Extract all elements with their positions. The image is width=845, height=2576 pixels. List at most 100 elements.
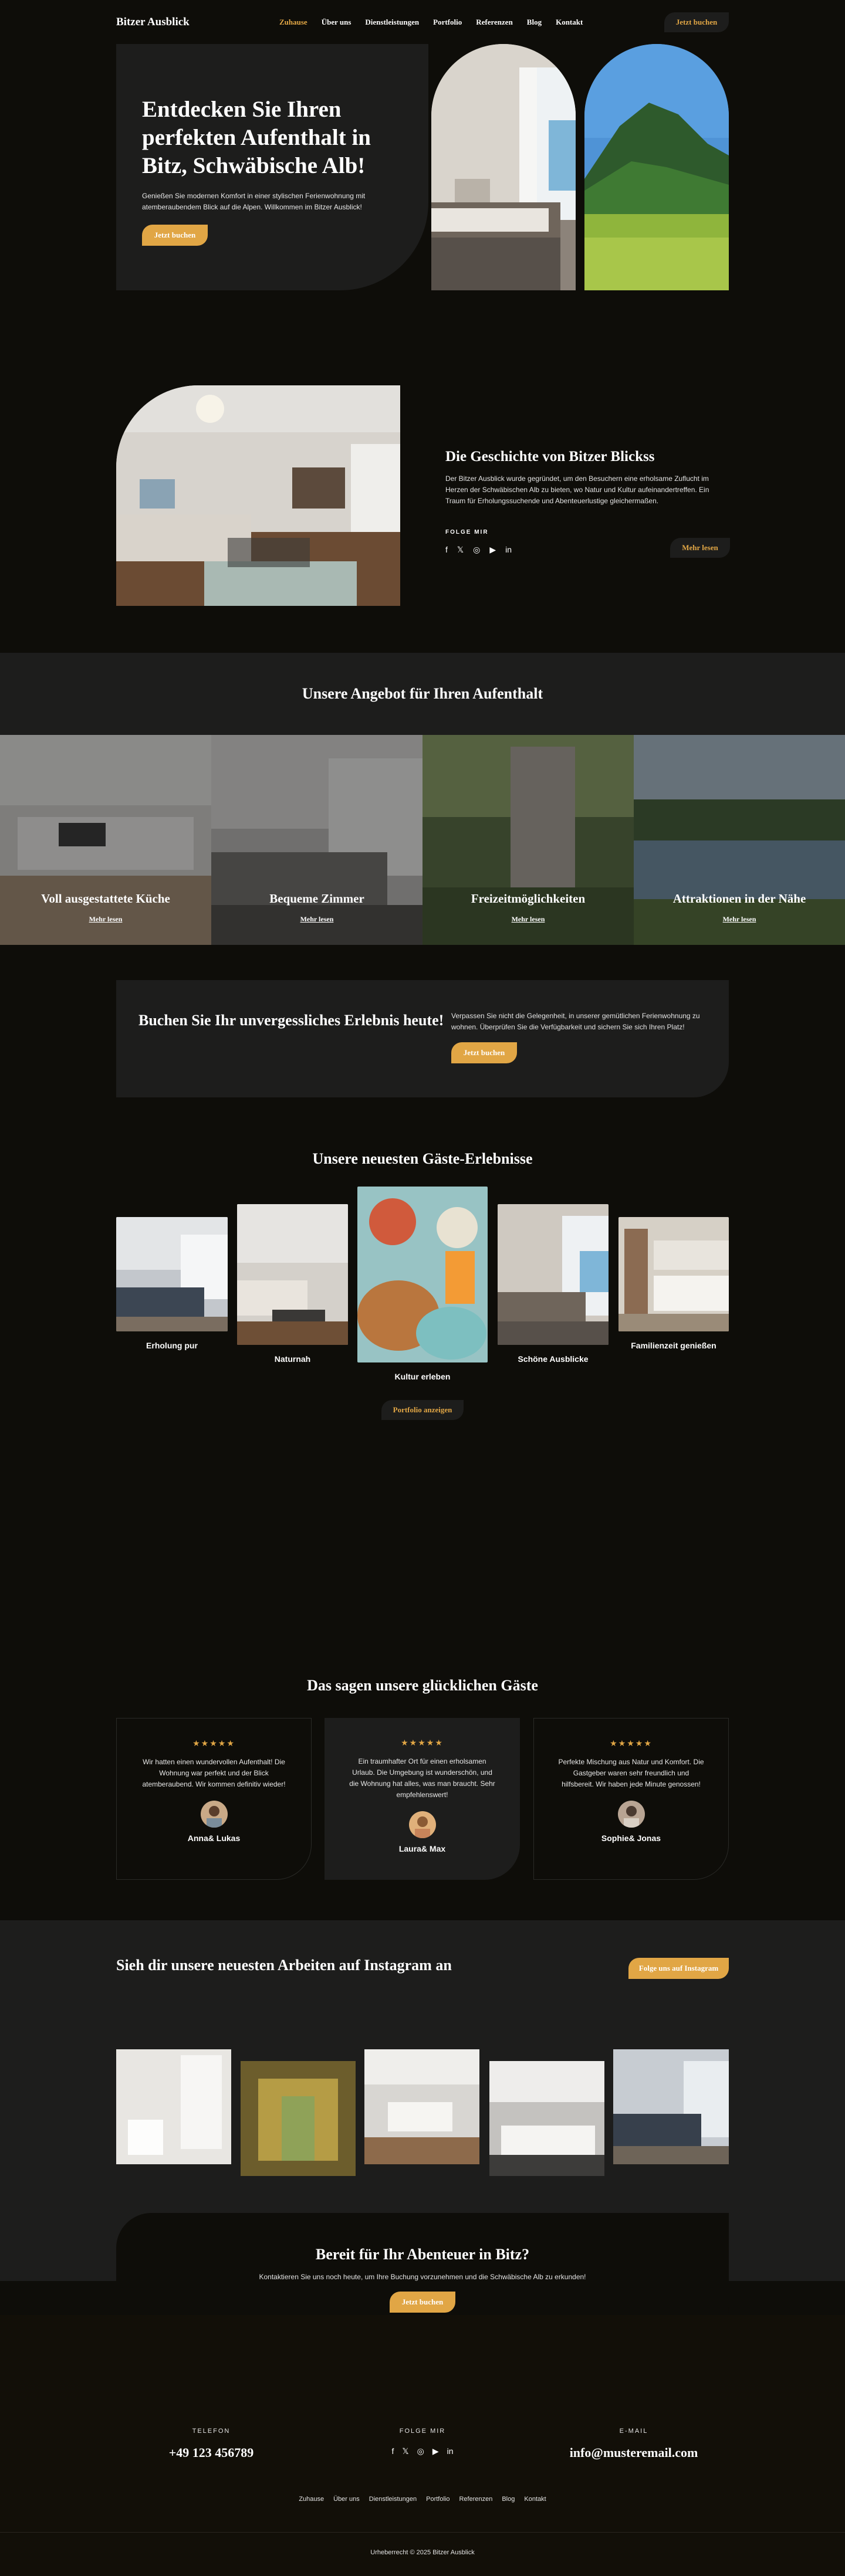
testimonial-text: Perfekte Mischung aus Natur und Komfort.… <box>558 1758 704 1788</box>
experience-caption: Naturnah <box>274 1354 311 1364</box>
testimonials-row: ★★★★★ Wir hatten einen wundervollen Aufe… <box>116 1718 729 1906</box>
nav-item-zuhause[interactable]: Zuhause <box>279 18 307 27</box>
rating-stars: ★★★★★ <box>192 1738 235 1748</box>
phone-value[interactable]: +49 123 456789 <box>111 2445 311 2460</box>
story-title: Die Geschichte von Bitzer Blickss <box>445 449 655 465</box>
booking-button[interactable]: Jetzt buchen <box>451 1042 517 1063</box>
linkedin-icon[interactable]: in <box>447 2446 454 2456</box>
offer-tile-link[interactable]: Mehr lesen <box>634 915 845 924</box>
x-icon[interactable]: 𝕏 <box>457 545 464 555</box>
youtube-icon[interactable]: ▶ <box>489 545 496 555</box>
footer-link-portfolio[interactable]: Portfolio <box>426 2496 449 2503</box>
rating-stars: ★★★★★ <box>401 1738 444 1747</box>
header-book-button[interactable]: Jetzt buchen <box>664 12 729 32</box>
footer-link-dienstleistungen[interactable]: Dienstleistungen <box>369 2496 417 2503</box>
booking-content: Verpassen Sie nicht die Gelegenheit, in … <box>451 1011 707 1067</box>
experiences-button-wrap: Portfolio anzeigen <box>0 1400 845 1420</box>
offer-tile-title: Attraktionen in der Nähe <box>672 892 806 906</box>
footer-social-icons: f 𝕏 ◎ ▶ in <box>323 2446 522 2456</box>
hero-text: Genießen Sie modernen Komfort in einer s… <box>142 192 366 211</box>
footer-email: E-MAIL info@musteremail.com <box>534 2428 734 2460</box>
experience-item[interactable]: Familienzeit genießen <box>618 1217 729 1350</box>
hero-panel: Entdecken Sie Ihren perfekten Aufenthalt… <box>116 44 428 290</box>
copyright: Urheberrecht © 2025 Bitzer Ausblick <box>0 2532 845 2556</box>
final-cta-wrap: Bereit für Ihr Abenteuer in Bitz? Kontak… <box>0 2213 845 2342</box>
hero-bedroom-image <box>431 44 576 290</box>
footer-nav: Zuhause Über uns Dienstleistungen Portfo… <box>0 2496 845 2503</box>
portfolio-button[interactable]: Portfolio anzeigen <box>381 1400 464 1420</box>
experience-caption: Familienzeit genießen <box>631 1341 716 1350</box>
footer-link-ueber-uns[interactable]: Über uns <box>333 2496 360 2503</box>
instagram-photo[interactable] <box>489 2061 604 2176</box>
site-header: Bitzer Ausblick Zuhause Über uns Dienstl… <box>0 0 845 44</box>
youtube-icon[interactable]: ▶ <box>432 2446 439 2456</box>
nav-item-blog[interactable]: Blog <box>527 18 542 27</box>
offer-tile-title: Bequeme Zimmer <box>269 892 364 906</box>
instagram-photo[interactable] <box>613 2049 729 2164</box>
experience-item[interactable]: Schöne Ausblicke <box>498 1204 609 1364</box>
testimonials-title: Das sagen unsere glücklichen Gäste <box>307 1677 538 1694</box>
avatar <box>408 1811 436 1838</box>
email-value[interactable]: info@musteremail.com <box>534 2445 734 2460</box>
footer-link-zuhause[interactable]: Zuhause <box>299 2496 324 2503</box>
footer-phone: TELEFON +49 123 456789 <box>111 2428 311 2460</box>
instagram-follow-button[interactable]: Folge uns auf Instagram <box>628 1958 729 1979</box>
offer-tile-attractions[interactable]: Attraktionen in der Nähe Mehr lesen <box>634 735 845 945</box>
footer-link-blog[interactable]: Blog <box>502 2496 515 2503</box>
tile-overlay <box>422 735 634 945</box>
testimonial-text: Ein traumhafter Ort für einen erholsamen… <box>349 1757 495 1799</box>
offer-tile-link[interactable]: Mehr lesen <box>0 915 211 924</box>
facebook-icon[interactable]: f <box>445 545 448 555</box>
offer-tile-title: Freizeitmöglichkeiten <box>471 892 586 906</box>
nav-item-ueber-uns[interactable]: Über uns <box>322 18 351 27</box>
hero-book-button[interactable]: Jetzt buchen <box>142 225 208 246</box>
linkedin-icon[interactable]: in <box>505 545 512 555</box>
phone-label: TELEFON <box>192 2428 231 2435</box>
testimonial-name: Laura& Max <box>398 1844 446 1853</box>
nav-item-referenzen[interactable]: Referenzen <box>476 18 513 27</box>
instagram-photo[interactable] <box>116 2049 231 2164</box>
facebook-icon[interactable]: f <box>391 2446 394 2456</box>
instagram-photo[interactable] <box>364 2049 479 2164</box>
nav-item-dienstleistungen[interactable]: Dienstleistungen <box>365 18 419 27</box>
instagram-icon[interactable]: ◎ <box>417 2446 424 2456</box>
offer-tile-link[interactable]: Mehr lesen <box>422 915 634 924</box>
testimonial-name: Sophie& Jonas <box>601 1833 661 1843</box>
offer-tile-leisure[interactable]: Freizeitmöglichkeiten Mehr lesen <box>422 735 634 945</box>
story-content: Die Geschichte von Bitzer Blickss Der Bi… <box>445 449 730 558</box>
story-section: Die Geschichte von Bitzer Blickss Der Bi… <box>116 290 730 606</box>
nav-item-portfolio[interactable]: Portfolio <box>433 18 462 27</box>
testimonial-card: ★★★★★ Wir hatten einen wundervollen Aufe… <box>116 1718 312 1880</box>
offer-tile-rooms[interactable]: Bequeme Zimmer Mehr lesen <box>211 735 422 945</box>
experience-caption: Schöne Ausblicke <box>518 1354 589 1364</box>
follow-label: FOLGE MIR <box>399 2428 446 2435</box>
hero-title: Entdecken Sie Ihren perfekten Aufenthalt… <box>142 97 371 178</box>
main-nav: Zuhause Über uns Dienstleistungen Portfo… <box>279 18 664 27</box>
tile-overlay <box>0 735 211 945</box>
footer-link-referenzen[interactable]: Referenzen <box>459 2496 492 2503</box>
tile-overlay <box>211 735 422 945</box>
experience-item[interactable]: Erholung pur <box>116 1217 228 1350</box>
offers-header: Unsere Angebot für Ihren Aufenthalt <box>0 653 845 735</box>
hero-landscape-image <box>584 44 729 290</box>
experience-photo <box>618 1217 729 1331</box>
final-cta-button[interactable]: Jetzt buchen <box>390 2292 455 2313</box>
experience-photo <box>357 1187 488 1362</box>
footer-follow: FOLGE MIR f 𝕏 ◎ ▶ in <box>323 2428 522 2456</box>
x-icon[interactable]: 𝕏 <box>402 2446 408 2456</box>
story-read-more-button[interactable]: Mehr lesen <box>670 538 730 558</box>
footer-link-kontakt[interactable]: Kontakt <box>524 2496 546 2503</box>
instagram-icon[interactable]: ◎ <box>473 545 480 555</box>
offer-tile-link[interactable]: Mehr lesen <box>211 915 422 924</box>
nav-item-kontakt[interactable]: Kontakt <box>556 18 583 27</box>
experiences-title: Unsere neuesten Gäste-Erlebnisse <box>312 1150 533 1167</box>
avatar <box>200 1801 228 1828</box>
experience-photo <box>116 1217 228 1331</box>
experience-item[interactable]: Kultur erleben <box>357 1187 488 1381</box>
experience-item[interactable]: Naturnah <box>237 1204 348 1364</box>
site-logo[interactable]: Bitzer Ausblick <box>116 16 279 29</box>
instagram-photo[interactable] <box>241 2061 356 2176</box>
experience-caption: Kultur erleben <box>394 1372 451 1381</box>
offer-tile-kitchen[interactable]: Voll ausgestattete Küche Mehr lesen <box>0 735 211 945</box>
avatar <box>617 1801 645 1828</box>
